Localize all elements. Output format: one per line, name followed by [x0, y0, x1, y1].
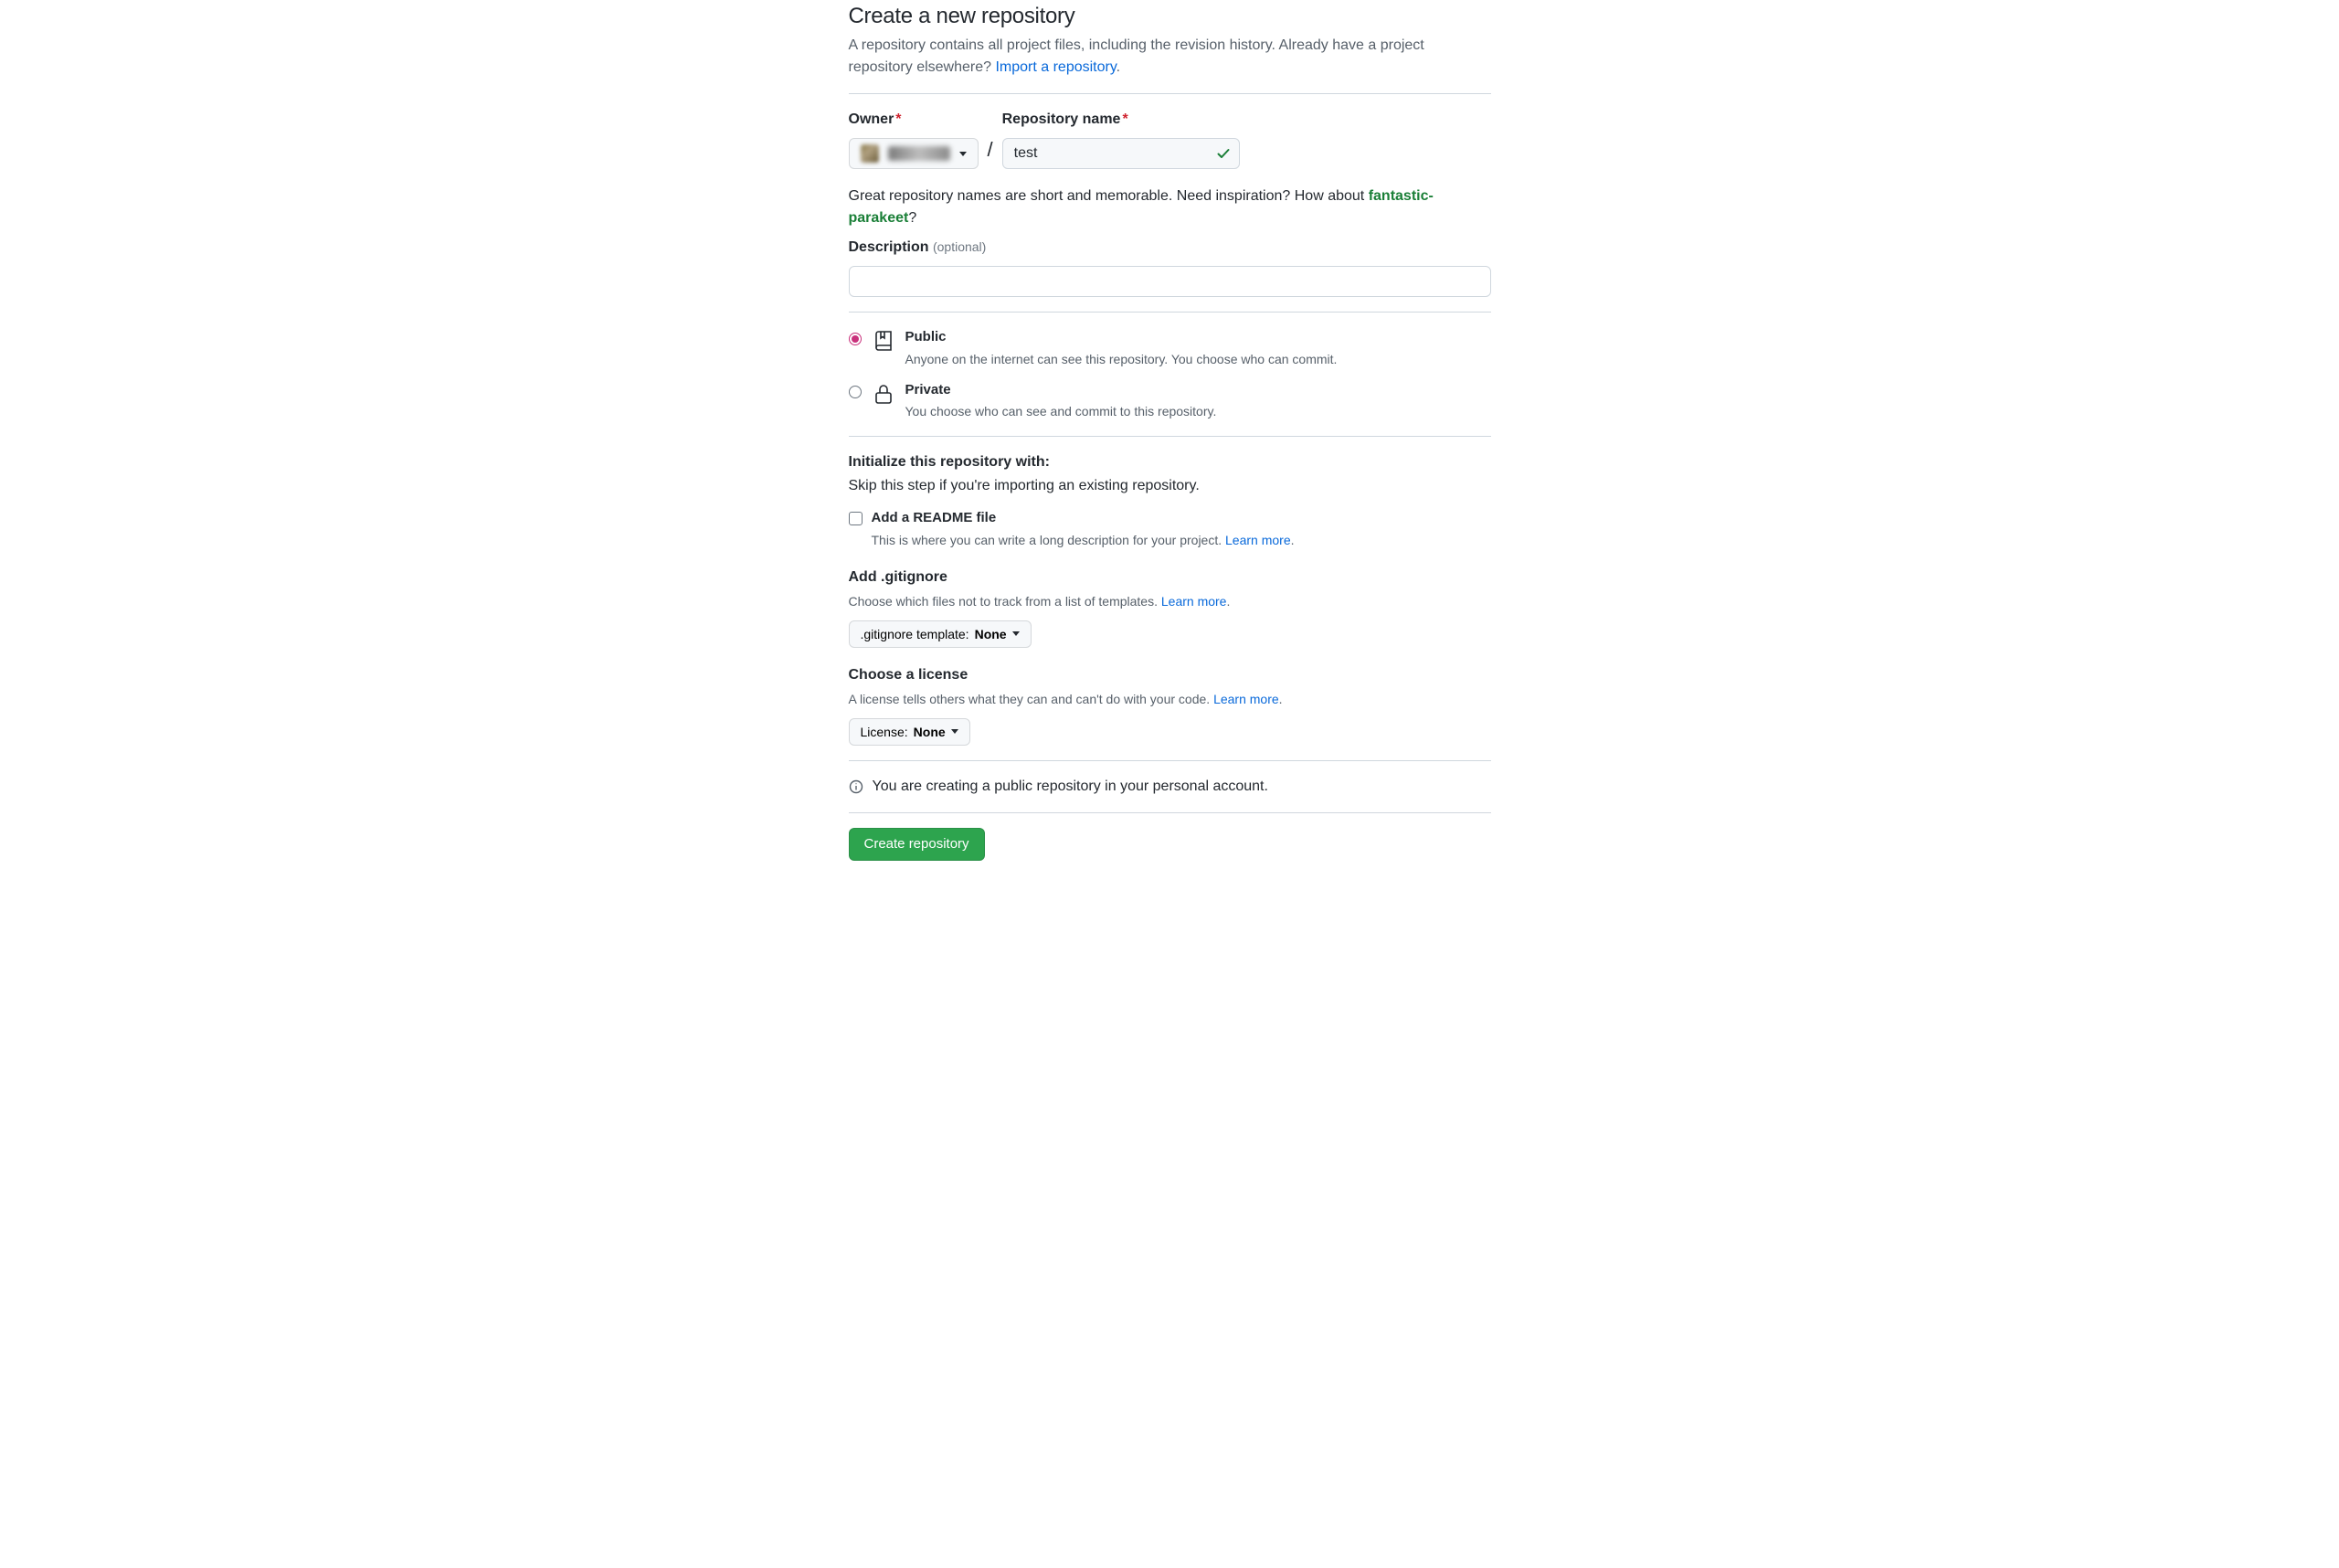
owner-label: Owner* — [849, 109, 979, 131]
gitignore-desc: Choose which files not to track from a l… — [849, 592, 1491, 611]
visibility-public-desc: Anyone on the internet can see this repo… — [905, 350, 1338, 369]
lock-icon — [871, 382, 896, 406]
gitignore-learn-more-link[interactable]: Learn more — [1161, 594, 1227, 609]
license-title: Choose a license — [849, 664, 1491, 686]
chevron-down-icon — [959, 152, 967, 156]
visibility-public-row: Public Anyone on the internet can see th… — [849, 327, 1491, 369]
visibility-public-title: Public — [905, 327, 1338, 348]
initialize-skip-note: Skip this step if you're importing an ex… — [849, 475, 1491, 497]
page-subhead: A repository contains all project files,… — [849, 35, 1491, 79]
repo-name-label: Repository name* — [1002, 109, 1240, 131]
readme-learn-more-link[interactable]: Learn more — [1225, 533, 1291, 547]
gitignore-block: Add .gitignore Choose which files not to… — [849, 567, 1491, 648]
create-repository-button[interactable]: Create repository — [849, 828, 985, 861]
avatar — [861, 144, 879, 163]
repo-name-input[interactable] — [1002, 138, 1240, 169]
owner-field: Owner* — [849, 109, 979, 169]
chevron-down-icon — [1012, 631, 1020, 636]
owner-select-button[interactable] — [849, 138, 979, 169]
license-learn-more-link[interactable]: Learn more — [1213, 692, 1279, 706]
divider — [849, 93, 1491, 94]
repo-name-field: Repository name* — [1002, 109, 1240, 169]
gitignore-title: Add .gitignore — [849, 567, 1491, 588]
visibility-private-desc: You choose who can see and commit to thi… — [905, 402, 1217, 421]
visibility-private-row: Private You choose who can see and commi… — [849, 380, 1491, 422]
license-block: Choose a license A license tells others … — [849, 664, 1491, 746]
divider — [849, 760, 1491, 761]
subhead-text: A repository contains all project files,… — [849, 37, 1424, 75]
chevron-down-icon — [951, 729, 958, 734]
divider — [849, 812, 1491, 813]
info-icon — [849, 779, 863, 794]
required-mark: * — [1122, 111, 1127, 127]
slash-separator: / — [984, 134, 997, 169]
description-input[interactable] — [849, 266, 1491, 297]
optional-mark: (optional) — [933, 239, 986, 254]
visibility-private-radio[interactable] — [849, 386, 862, 398]
divider — [849, 312, 1491, 313]
license-desc: A license tells others what they can and… — [849, 690, 1491, 709]
owner-username — [888, 146, 950, 161]
license-select[interactable]: License: None — [849, 718, 970, 746]
gitignore-template-select[interactable]: .gitignore template: None — [849, 620, 1032, 648]
import-repository-link[interactable]: Import a repository — [995, 59, 1116, 75]
readme-row: Add a README file This is where you can … — [849, 508, 1491, 550]
repo-icon — [871, 329, 896, 353]
visibility-private-title: Private — [905, 380, 1217, 401]
readme-title: Add a README file — [872, 508, 1295, 529]
visibility-public-radio[interactable] — [849, 333, 862, 345]
info-note-row: You are creating a public repository in … — [849, 776, 1491, 798]
repo-name-hint: Great repository names are short and mem… — [849, 185, 1491, 229]
info-note-text: You are creating a public repository in … — [873, 776, 1268, 798]
readme-checkbox[interactable] — [849, 512, 863, 525]
initialize-heading: Initialize this repository with: — [849, 451, 1491, 473]
check-icon — [1216, 146, 1231, 161]
required-mark: * — [895, 111, 901, 127]
readme-desc: This is where you can write a long descr… — [872, 531, 1295, 550]
divider — [849, 436, 1491, 437]
page-title: Create a new repository — [849, 0, 1491, 33]
description-label: Description (optional) — [849, 237, 1491, 259]
